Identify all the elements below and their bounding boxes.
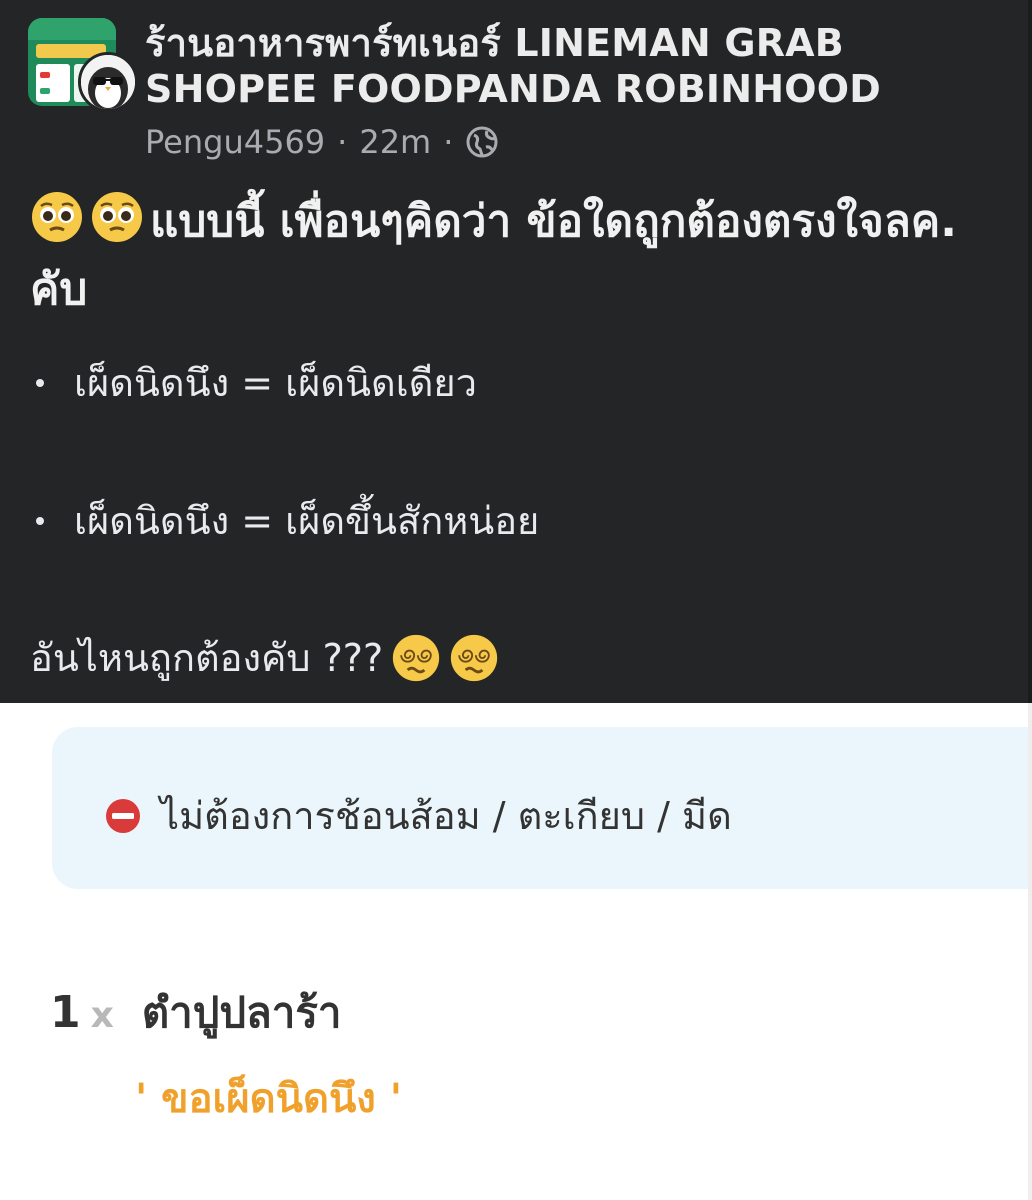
question-text: อันไหนถูกต้องคับ ??? bbox=[30, 636, 384, 680]
dizzy-face-icon bbox=[450, 634, 498, 682]
post-headline: แบบนี้ เพื่อนๆคิดว่า ข้อใดถูกต้องตรงใจลค… bbox=[30, 188, 1005, 324]
headline-text: แบบนี้ เพื่อนๆคิดว่า ข้อใดถูกต้องตรงใจลค… bbox=[30, 196, 957, 315]
pleading-face-icon bbox=[32, 192, 82, 242]
bullet-item: เผ็ดนิดนึง = เผ็ดนิดเดียว bbox=[30, 358, 477, 408]
facebook-post: ร้านอาหารพาร์ทเนอร์ LINEMAN GRAB SHOPEE … bbox=[0, 0, 1032, 703]
order-note: ไม่ต้องการช้อนส้อม / ตะเกียบ / มีด bbox=[104, 785, 732, 846]
order-item: 1 x ตำปูปลาร้า bbox=[50, 980, 342, 1046]
dizzy-face-icon bbox=[392, 634, 440, 682]
item-quantity: 1 bbox=[50, 987, 81, 1038]
post-avatars bbox=[28, 18, 138, 112]
meta-separator: · bbox=[337, 123, 348, 161]
bullet-dot bbox=[36, 517, 44, 525]
bullet-dot bbox=[36, 379, 44, 387]
right-edge bbox=[1028, 703, 1032, 1200]
scroll-edge bbox=[1028, 0, 1032, 703]
bullet-text: เผ็ดนิดนึง = เผ็ดขึ้นสักหน่อย bbox=[74, 499, 540, 543]
group-title[interactable]: ร้านอาหารพาร์ทเนอร์ LINEMAN GRAB SHOPEE … bbox=[145, 20, 1005, 112]
item-note: ' ขอเผ็ดนิดนึง ' bbox=[135, 1076, 402, 1122]
post-meta: Pengu4569 · 22m · bbox=[145, 122, 499, 162]
no-entry-icon bbox=[106, 798, 140, 833]
bullet-item: เผ็ดนิดนึง = เผ็ดขึ้นสักหน่อย bbox=[30, 496, 539, 546]
user-avatar[interactable] bbox=[78, 52, 138, 112]
item-name: ตำปูปลาร้า bbox=[141, 988, 342, 1037]
penguin-icon bbox=[81, 55, 135, 109]
meta-separator: · bbox=[443, 123, 454, 161]
post-time[interactable]: 22m bbox=[359, 123, 431, 161]
times-symbol: x bbox=[90, 995, 114, 1036]
author-name[interactable]: Pengu4569 bbox=[145, 123, 325, 161]
order-note-text: ไม่ต้องการช้อนส้อม / ตะเกียบ / มีด bbox=[160, 794, 732, 838]
bullet-text: เผ็ดนิดนึง = เผ็ดนิดเดียว bbox=[74, 361, 477, 405]
order-note-card: ไม่ต้องการช้อนส้อม / ตะเกียบ / มีด bbox=[52, 727, 1032, 889]
globe-icon bbox=[466, 126, 498, 158]
post-question: อันไหนถูกต้องคับ ??? bbox=[30, 630, 499, 686]
pleading-face-icon bbox=[92, 192, 142, 242]
